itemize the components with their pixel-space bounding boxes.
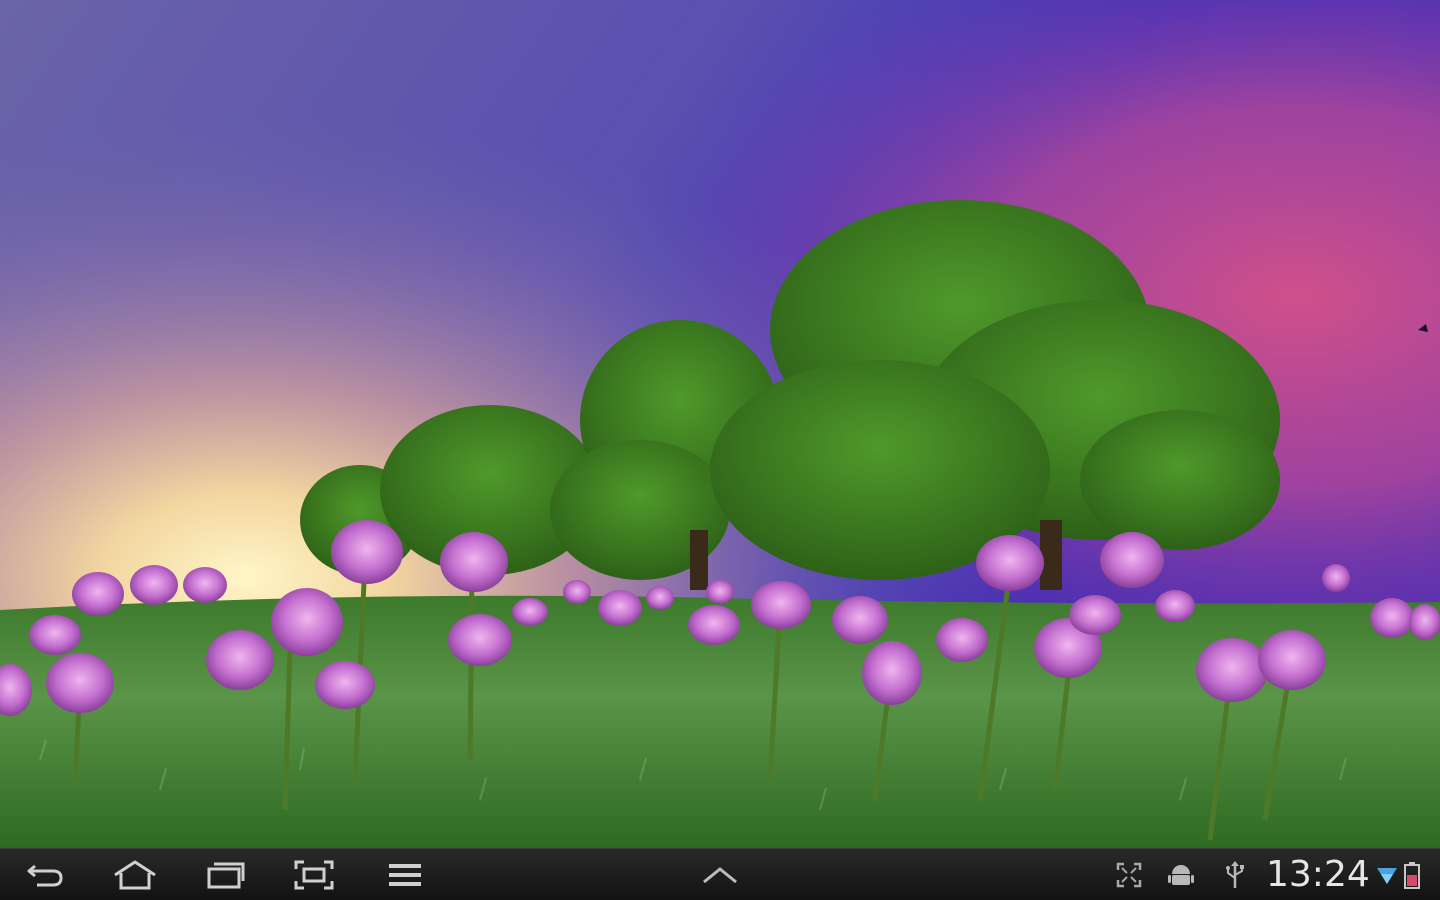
- screenshot-icon: [294, 860, 334, 890]
- home-button[interactable]: [107, 855, 163, 895]
- back-button[interactable]: [18, 855, 74, 895]
- android-debug-status[interactable]: [1166, 859, 1196, 891]
- recent-apps-icon: [207, 862, 245, 889]
- menu-button[interactable]: [377, 855, 433, 895]
- recent-apps-button[interactable]: [198, 855, 254, 895]
- android-icon: [1168, 865, 1194, 885]
- chevron-up-icon: [703, 867, 737, 884]
- status-clock[interactable]: 13:24: [1266, 853, 1370, 897]
- wallpaper-image: [0, 0, 1440, 848]
- back-arrow-icon: [27, 864, 63, 887]
- wifi-status[interactable]: [1376, 859, 1398, 891]
- expand-panel-button[interactable]: [692, 855, 748, 895]
- screenshot-button[interactable]: [286, 855, 342, 895]
- battery-status[interactable]: [1402, 859, 1422, 891]
- wifi-icon: [1377, 868, 1397, 884]
- fullscreen-icon: [1116, 862, 1142, 888]
- usb-icon: [1226, 861, 1244, 888]
- battery-icon: [1404, 862, 1420, 889]
- system-navigation-bar: 13:24: [0, 848, 1440, 900]
- usb-status[interactable]: [1222, 859, 1248, 891]
- menu-icon: [389, 864, 421, 886]
- fullscreen-status[interactable]: [1114, 859, 1144, 891]
- tablet-screen: 13:24: [0, 0, 1440, 900]
- home-icon: [114, 860, 156, 890]
